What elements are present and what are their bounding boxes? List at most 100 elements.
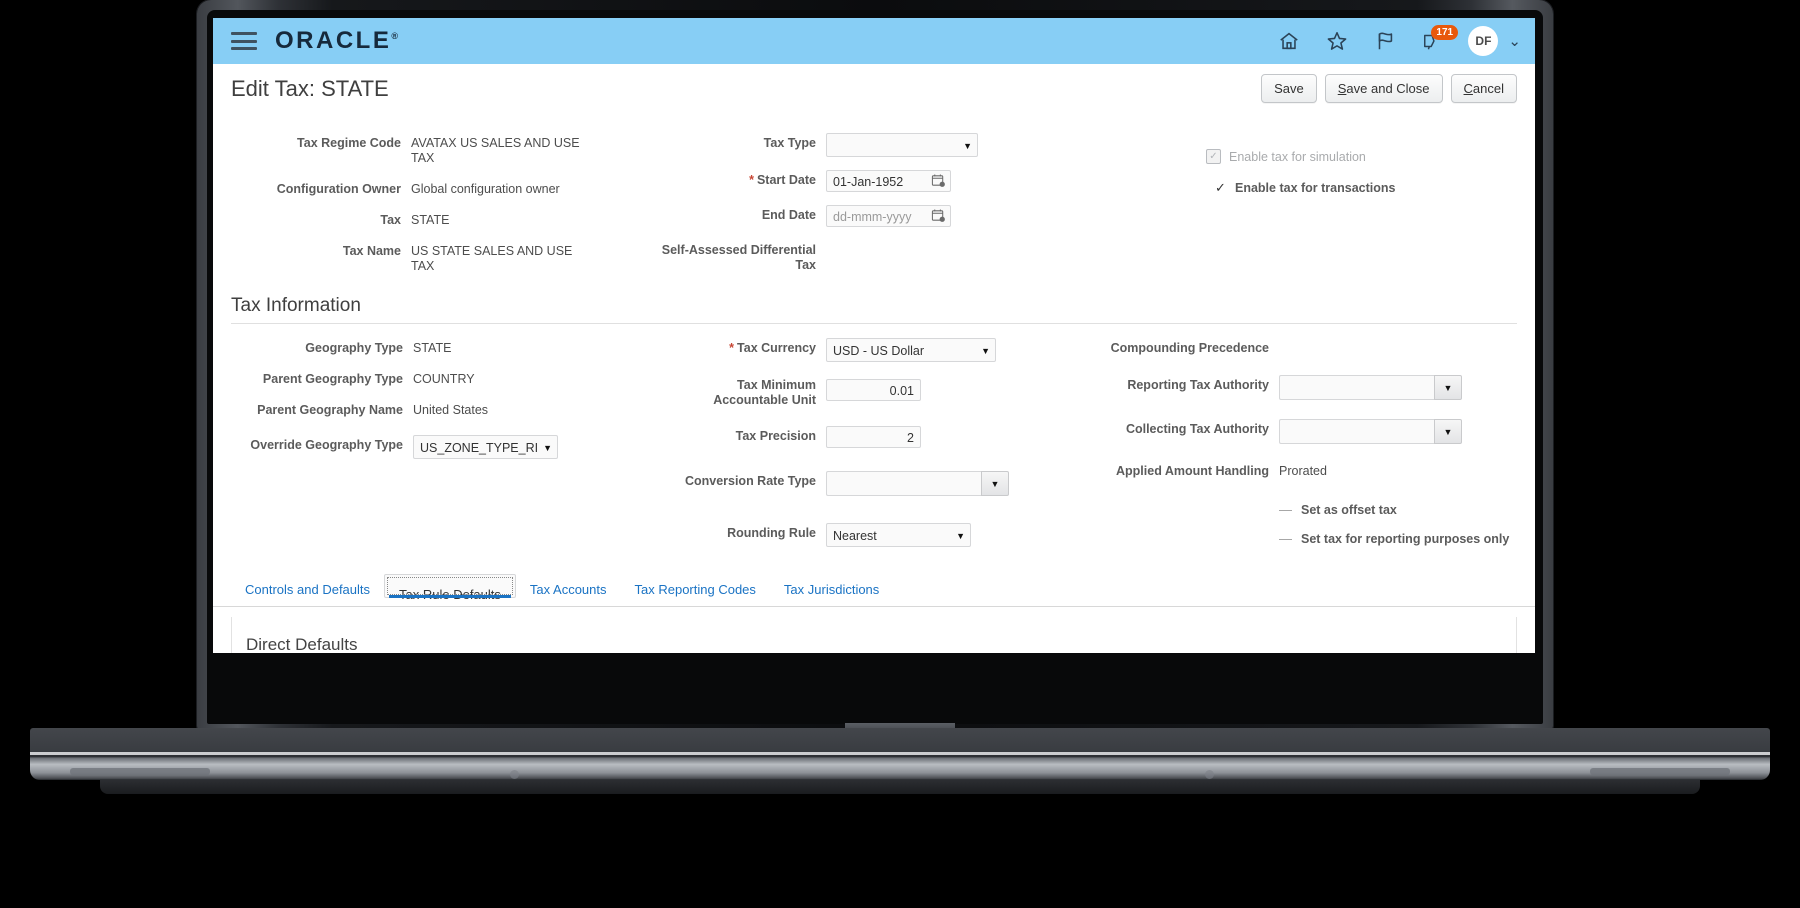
tax-type-select[interactable]: ▼ <box>826 133 978 157</box>
tab-tax-reporting-codes[interactable]: Tax Reporting Codes <box>621 574 770 606</box>
set-tax-for-reporting-purposes-only-label: Set tax for reporting purposes only <box>1301 532 1509 546</box>
collecting-tax-authority-dropdown-button[interactable]: ▼ <box>1434 419 1462 444</box>
override-geography-type-select[interactable]: US_ZONE_TYPE_RI ▼ <box>413 435 558 459</box>
tab-controls-and-defaults[interactable]: Controls and Defaults <box>231 574 384 606</box>
field-reporting-tax-authority: Reporting Tax Authority ▼ <box>1101 375 1517 400</box>
rounding-rule-select[interactable]: Nearest ▼ <box>826 523 971 547</box>
tax-precision-value: 2 <box>907 431 914 445</box>
tax-currency-select[interactable]: USD - US Dollar ▼ <box>826 338 996 362</box>
toggle-off-icon: — <box>1279 531 1292 546</box>
tax-label: Tax <box>231 210 401 228</box>
checkmark-icon: ✓ <box>1214 180 1227 196</box>
tab-tax-jurisdictions[interactable]: Tax Jurisdictions <box>770 574 893 606</box>
calendar-icon[interactable] <box>931 208 946 228</box>
tab-tax-rule-defaults[interactable]: Tax Rule Defaults <box>384 574 516 598</box>
summary-right-column: ✓ Enable tax for simulation ✓ Enable tax… <box>1101 133 1517 287</box>
save-button[interactable]: Save <box>1261 74 1317 103</box>
self-assessed-differential-tax-label: Self-Assessed Differential Tax <box>661 240 816 273</box>
toggle-set-as-offset-tax[interactable]: — Set as offset tax <box>1279 502 1517 517</box>
applied-amount-handling-label: Applied Amount Handling <box>1101 461 1269 479</box>
cancel-button[interactable]: Cancel <box>1451 74 1517 103</box>
configuration-owner-label: Configuration Owner <box>231 179 401 197</box>
tab-panel-tax-rule-defaults: Direct Defaults <box>231 617 1517 653</box>
chevron-down-icon: ▼ <box>1444 427 1453 437</box>
summary-left-column: Tax Regime Code AVATAX US SALES AND USE … <box>231 133 661 287</box>
start-date-label: *Start Date <box>661 170 816 188</box>
checkbox-enable-tax-for-simulation[interactable]: ✓ Enable tax for simulation <box>1206 149 1517 164</box>
summary-middle-column: Tax Type ▼ *Start Date 01-Jan-1952 <box>661 133 1101 287</box>
tax-minimum-accountable-unit-value: 0.01 <box>890 384 914 398</box>
tax-regime-code-value: AVATAX US SALES AND USE TAX <box>411 133 591 166</box>
end-date-placeholder: dd-mmm-yyyy <box>833 210 911 224</box>
collecting-tax-authority-label: Collecting Tax Authority <box>1101 419 1269 437</box>
field-end-date: End Date dd-mmm-yyyy <box>661 205 1101 227</box>
rounding-rule-label: Rounding Rule <box>661 523 816 541</box>
hamburger-menu-icon[interactable] <box>231 32 257 50</box>
tax-regime-code-label: Tax Regime Code <box>231 133 401 151</box>
configuration-owner-value: Global configuration owner <box>411 179 611 197</box>
enable-tax-for-transactions-label: Enable tax for transactions <box>1235 181 1395 195</box>
page-title: Edit Tax: STATE <box>231 76 389 102</box>
field-tax-currency: *Tax Currency USD - US Dollar ▼ <box>661 338 1101 362</box>
required-asterisk: * <box>729 341 734 355</box>
field-tax-type: Tax Type ▼ <box>661 133 1101 157</box>
laptop-base-foot <box>100 780 1700 794</box>
save-and-close-button[interactable]: Save and Close <box>1325 74 1443 103</box>
reporting-tax-authority-input[interactable] <box>1279 375 1434 400</box>
geography-type-label: Geography Type <box>231 338 403 356</box>
conversion-rate-type-input[interactable] <box>826 471 981 496</box>
calendar-icon[interactable] <box>931 173 946 193</box>
tax-info-left-column: Geography Type STATE Parent Geography Ty… <box>231 338 661 560</box>
reporting-tax-authority-label: Reporting Tax Authority <box>1101 375 1269 393</box>
cancel-accel: C <box>1464 81 1473 96</box>
field-tax-precision: Tax Precision 2 <box>661 426 1101 448</box>
browser-screen: ORACLE® <box>213 18 1535 653</box>
chevron-down-icon: ▼ <box>956 524 965 548</box>
toggle-set-tax-for-reporting-purposes-only[interactable]: — Set tax for reporting purposes only <box>1279 531 1517 546</box>
tax-precision-label: Tax Precision <box>661 426 816 444</box>
applied-amount-handling-value: Prorated <box>1279 461 1327 479</box>
compounding-precedence-label: Compounding Precedence <box>1101 338 1269 356</box>
conversion-rate-type-label: Conversion Rate Type <box>661 471 816 489</box>
start-date-label-text: Start Date <box>757 173 816 187</box>
field-conversion-rate-type: Conversion Rate Type ▼ <box>661 471 1101 496</box>
tab-tax-accounts[interactable]: Tax Accounts <box>516 574 621 606</box>
conversion-rate-type-dropdown-button[interactable]: ▼ <box>981 471 1009 496</box>
field-self-assessed-differential-tax: Self-Assessed Differential Tax <box>661 240 1101 273</box>
field-compounding-precedence: Compounding Precedence <box>1101 338 1517 356</box>
tax-type-label: Tax Type <box>661 133 816 151</box>
home-icon[interactable] <box>1276 28 1302 54</box>
collecting-tax-authority-input[interactable] <box>1279 419 1434 444</box>
tax-info-middle-column: *Tax Currency USD - US Dollar ▼ Tax Mini… <box>661 338 1101 560</box>
summary-section: Tax Regime Code AVATAX US SALES AND USE … <box>213 111 1535 287</box>
avatar[interactable]: DF <box>1468 26 1498 56</box>
page-action-buttons: Save Save and Close Cancel <box>1261 74 1517 103</box>
save-and-close-button-label: ave and Close <box>1346 81 1429 96</box>
laptop-vent-left <box>70 768 210 775</box>
favorites-star-icon[interactable] <box>1324 28 1350 54</box>
reporting-tax-authority-dropdown-button[interactable]: ▼ <box>1434 375 1462 400</box>
checkbox-enable-tax-for-transactions[interactable]: ✓ Enable tax for transactions <box>1214 180 1517 196</box>
field-tax-name: Tax Name US STATE SALES AND USE TAX <box>231 241 661 274</box>
notifications-bell-icon[interactable]: 171 <box>1420 28 1446 54</box>
parent-geography-type-label: Parent Geography Type <box>231 369 403 387</box>
tax-minimum-accountable-unit-input[interactable]: 0.01 <box>826 379 921 401</box>
laptop-screw-left <box>510 770 519 779</box>
flag-icon[interactable] <box>1372 28 1398 54</box>
enable-tax-for-simulation-label: Enable tax for simulation <box>1229 150 1366 164</box>
chevron-down-icon: ▼ <box>963 134 972 158</box>
field-override-geography-type: Override Geography Type US_ZONE_TYPE_RI … <box>231 435 661 459</box>
tax-precision-input[interactable]: 2 <box>826 426 921 448</box>
field-start-date: *Start Date 01-Jan-1952 <box>661 170 1101 192</box>
tax-name-value: US STATE SALES AND USE TAX <box>411 241 586 274</box>
screenshot-stage: ORACLE® <box>0 0 1800 908</box>
field-configuration-owner: Configuration Owner Global configuration… <box>231 179 661 197</box>
chevron-down-icon[interactable]: ⌄ <box>1508 32 1521 50</box>
field-applied-amount-handling: Applied Amount Handling Prorated <box>1101 461 1517 479</box>
tax-info-right-column: Compounding Precedence Reporting Tax Aut… <box>1101 338 1517 560</box>
chevron-down-icon: ▼ <box>991 479 1000 489</box>
direct-defaults-heading: Direct Defaults <box>232 617 1516 653</box>
notification-badge: 171 <box>1431 25 1458 40</box>
laptop-vent-right <box>1590 768 1730 775</box>
section-title-tax-information: Tax Information <box>213 287 1535 323</box>
